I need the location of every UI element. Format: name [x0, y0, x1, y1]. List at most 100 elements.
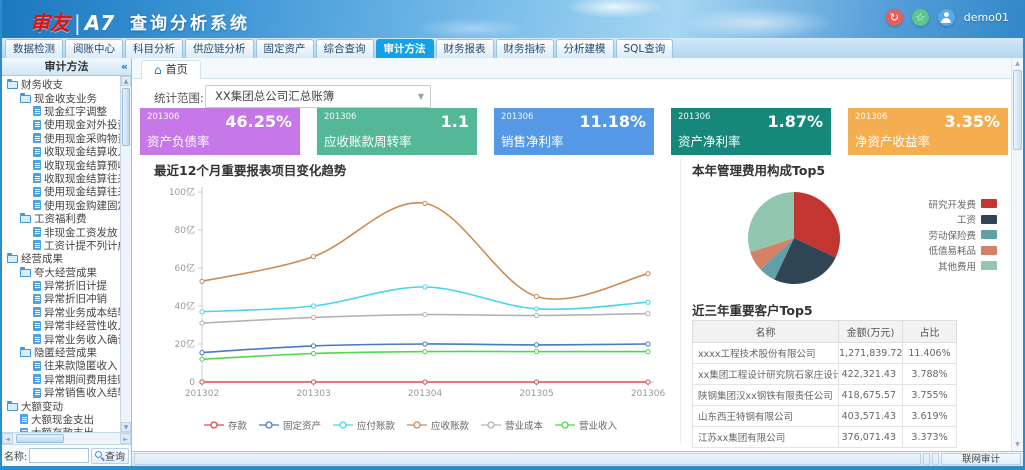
table-row[interactable]: 陕钢集团汉xx钢铁有限责任公司418,675.573.755%	[693, 385, 957, 406]
status-bar: 联网审计	[132, 451, 1023, 466]
legend-item[interactable]: 工资	[877, 212, 997, 228]
sidebar-title: 审计方法 «	[2, 58, 131, 76]
tree-item[interactable]: 隐匿经营成果	[2, 346, 120, 359]
legend-item[interactable]: 低值易耗品	[877, 243, 997, 259]
tree-item[interactable]: 大额变动	[2, 399, 120, 412]
nav-tab[interactable]: 审计方法	[376, 39, 434, 58]
tree-item[interactable]: 非现金工资发放	[2, 225, 120, 238]
kpi-card[interactable]: 20130646.25%资产负债率	[140, 108, 300, 155]
scroll-down-icon[interactable]: ▼	[121, 422, 131, 432]
favorite-icon[interactable]: ☆	[912, 9, 929, 26]
sidebar-horizontal-scrollbar[interactable]: ◄ ►	[2, 432, 131, 444]
tree-item[interactable]: 使用现金采购物资	[2, 132, 120, 145]
tree-item[interactable]: 收取现金结算往来款	[2, 172, 120, 185]
scrollbar-thumb[interactable]	[122, 88, 130, 146]
tree-item[interactable]: 工资计提不列计成本...	[2, 239, 120, 252]
nav-tab[interactable]: 科目分析	[125, 39, 183, 58]
scroll-right-icon[interactable]: ►	[120, 433, 131, 444]
tree-item[interactable]: 使用现金对外投资	[2, 118, 120, 131]
nav-tab[interactable]: 财务指标	[496, 39, 554, 58]
tree-item[interactable]: 收取现金结算预收款	[2, 158, 120, 171]
tree-item-label: 往来款隐匿收入	[44, 359, 118, 372]
table-row[interactable]: xxxx工程技术股份有限公司1,271,839.7211.406%	[693, 343, 957, 364]
legend-label: 应收账款	[431, 418, 469, 432]
scope-select[interactable]: XX集团总公司汇总账簿 ▼	[205, 85, 431, 108]
scrollbar-thumb[interactable]	[1013, 70, 1022, 150]
tree-item[interactable]: 异常折旧冲销	[2, 292, 120, 305]
nav-tab[interactable]: 财务报表	[436, 39, 494, 58]
tree-item[interactable]: 现金红字调整	[2, 105, 120, 118]
nav-tab[interactable]: 分析建模	[556, 39, 614, 58]
folder-icon	[7, 403, 18, 411]
tree-item-label: 异常期间费用挂账	[44, 373, 120, 386]
legend-item[interactable]: 其他费用	[877, 258, 997, 274]
tree-item[interactable]: 使用现金购建固定资...	[2, 199, 120, 212]
table-row[interactable]: xx集团工程设计研究院石家庄设计院422,321.433.788%	[693, 364, 957, 385]
tree-item[interactable]: 使用现金结算往来款	[2, 185, 120, 198]
tree-item[interactable]: 工资福利费	[2, 212, 120, 225]
search-input[interactable]	[29, 448, 89, 463]
nav-tab[interactable]: 供应链分析	[185, 39, 254, 58]
search-button[interactable]: 查询	[91, 448, 129, 464]
scroll-left-icon[interactable]: ◄	[2, 433, 13, 444]
scroll-up-icon[interactable]: ▲	[1012, 59, 1023, 69]
kpi-card[interactable]: 2013063.35%净资产收益率	[848, 108, 1008, 155]
user-icon[interactable]	[938, 9, 955, 26]
kpi-card[interactable]: 2013061.87%资产净利率	[671, 108, 831, 155]
tree-item[interactable]: 异常非经营性收入	[2, 319, 120, 332]
scrollbar-thumb[interactable]	[16, 434, 64, 443]
table-column-header: 占比	[903, 321, 957, 343]
file-icon	[33, 388, 41, 398]
status-panel	[134, 453, 921, 465]
search-label: 名称:	[4, 448, 27, 463]
online-audit-button[interactable]: 联网审计	[941, 453, 1021, 465]
table-row[interactable]: 江苏xx集团有限公司376,071.433.373%	[693, 427, 957, 448]
tree-item[interactable]: 收取现金结算收入	[2, 145, 120, 158]
line-chart: 100亿80亿60亿40亿20亿020130220130320130420130…	[140, 176, 680, 416]
tree-item[interactable]: 大额现金支出	[2, 413, 120, 426]
scroll-down-icon[interactable]: ▼	[1012, 440, 1023, 450]
nav-tab[interactable]: SQL查询	[616, 39, 674, 58]
legend-item[interactable]: 研究开发费	[877, 196, 997, 212]
sidebar-vertical-scrollbar[interactable]: ▲ ▼	[120, 76, 131, 432]
legend-item[interactable]: 应收账款	[406, 418, 469, 432]
tree-item[interactable]: 异常期间费用挂账	[2, 373, 120, 386]
tree-item[interactable]: 异常折旧计提	[2, 279, 120, 292]
username: demo01	[964, 11, 1009, 24]
tree-item-label: 夸大经营成果	[34, 265, 97, 278]
legend-marker-icon	[406, 420, 428, 430]
legend-item[interactable]: 营业收入	[554, 418, 617, 432]
legend-item[interactable]: 应付账款	[332, 418, 395, 432]
legend-item[interactable]: 固定资产	[258, 418, 321, 432]
tree-item-label: 工资福利费	[34, 212, 87, 225]
nav-tab[interactable]: 阅账中心	[65, 39, 123, 58]
tree-item[interactable]: 经营成果	[2, 252, 120, 265]
legend-item[interactable]: 劳动保险费	[877, 227, 997, 243]
scroll-up-icon[interactable]: ▲	[121, 76, 131, 86]
tree-item[interactable]: 财务收支	[2, 78, 120, 91]
kpi-value: 1.1	[441, 112, 469, 131]
tree-item[interactable]: 夸大经营成果	[2, 265, 120, 278]
collapse-sidebar-icon[interactable]: «	[121, 58, 128, 75]
kpi-card[interactable]: 2013061.1应收账款周转率	[317, 108, 477, 155]
table-column-header: 名称	[693, 321, 839, 343]
tree-item[interactable]: 异常业务收入确认	[2, 332, 120, 345]
legend-item[interactable]: 存款	[203, 418, 247, 432]
nav-tab[interactable]: 固定资产	[256, 39, 314, 58]
logout-icon[interactable]: ↻	[886, 9, 903, 26]
tree-item[interactable]: 现金收支业务	[2, 91, 120, 104]
tab-home[interactable]: ⌂ 首页	[141, 60, 201, 79]
tree-item[interactable]: 异常业务成本结转	[2, 306, 120, 319]
tree-item-label: 收取现金结算收入	[44, 145, 120, 158]
tree-item[interactable]: 往来款隐匿收入	[2, 359, 120, 372]
nav-tab[interactable]: 数据检测	[5, 39, 63, 58]
main-scrollbar[interactable]: ▲ ▼	[1011, 58, 1023, 451]
table-row[interactable]: 山东西王特钢有限公司403,571.433.619%	[693, 406, 957, 427]
kpi-card[interactable]: 20130611.18%销售净利率	[494, 108, 654, 155]
tree-item[interactable]: 异常销售收入结转	[2, 386, 120, 399]
pie-chart-title: 本年管理费用构成Top5	[692, 160, 825, 179]
nav-tab[interactable]: 综合查询	[316, 39, 374, 58]
legend-item[interactable]: 营业成本	[480, 418, 543, 432]
status-segment	[932, 453, 939, 465]
customer-table-header-row: 名称金额(万元)占比	[693, 321, 957, 343]
